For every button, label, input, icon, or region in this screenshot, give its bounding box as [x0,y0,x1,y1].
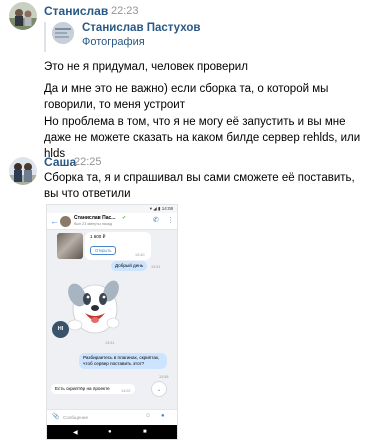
attach-icon: 📎 [52,414,60,420]
phone-outgoing-message: Разбираетесь в плагинах, скриптах, чтоб … [79,353,167,369]
hi-badge-text: HI [57,326,64,332]
message-1: Станислав 22:23 Станислав Пастухов Фотог… [0,0,373,160]
phone-message-text: Разбираетесь в плагинах, скриптах, чтоб … [83,355,160,366]
back-arrow-icon: ← [50,216,59,226]
chevron-down-icon: ⌄ [156,387,162,393]
dog-sticker [67,280,120,334]
forward-author[interactable]: Станислав Пастухов [82,22,200,34]
signal-icon: ▾ ◢ ▮ [149,206,162,211]
message-time: 14:02 [121,389,131,393]
forward-avatar-image [52,22,74,44]
message-text: Это не я придумал, человек проверил [44,61,248,73]
product-card: 1 600 ₽ Открыть 13:40 [85,232,151,260]
phone-contact-name: Станислав Пас... [74,215,116,221]
message-author[interactable]: Саша [44,155,76,169]
microphone-icon: ● [161,413,165,419]
message-time: 13:51 [151,265,161,269]
forwarded-message[interactable]: Станислав Пастухов Фотография [44,22,244,52]
message-text: Сборка та, я и спрашивал вы сами сможете… [44,172,355,200]
forward-attachment-label[interactable]: Фотография [82,36,145,48]
phone-message-text: Добрый день [115,263,144,268]
message-time: 13:58 [159,375,169,379]
nav-back-icon: ◀ [73,430,78,436]
more-icon: ⋮ [167,217,174,224]
phone-outgoing-message: Добрый день [111,261,148,271]
scroll-down-button: ⌄ [151,381,167,397]
product-price: 1 600 ₽ [90,234,106,239]
status-time: 14:08 [161,206,173,211]
message-time: 13:51 [105,341,115,345]
avatar[interactable] [9,2,37,30]
avatar-photo [9,2,37,30]
product-photo [57,233,83,259]
avatar[interactable] [9,157,37,185]
open-button: Открыть [90,246,117,255]
message-time[interactable]: 22:23 [111,5,139,17]
message-text: Да и мне это не важно) если сборка та, о… [44,83,329,111]
verified-icon: ✔ [122,215,127,221]
message-time[interactable]: 22:25 [74,156,102,168]
nav-home-icon: ● [108,429,112,435]
phone-status-bar: ▾ ◢ ▮ 14:08 [47,205,177,213]
phone-chat-header: ← Станислав Пас... был 23 минуты назад ✔… [47,213,177,230]
message-time: 13:40 [135,253,145,257]
avatar-photo [9,157,37,185]
hi-badge: HI [52,321,69,338]
phone-contact-status: был 23 минуты назад [74,222,112,226]
attached-screenshot[interactable]: ▾ ◢ ▮ 14:08 ← Станислав Пас... был 23 ми… [46,204,178,440]
phone-call-icon: ✆ [153,217,159,224]
smile-icon: ☺ [145,413,152,419]
forward-avatar [52,22,74,44]
phone-contact-avatar [60,216,71,227]
nav-recent-icon: ■ [143,429,147,435]
message-author[interactable]: Станислав [44,4,108,18]
phone-message-text: Есть скриптёр на проекте [55,386,110,391]
phone-navigation-bar: ◀ ● ■ [47,425,177,439]
phone-message-input: 📎 Сообщение ☺ ● [47,409,177,425]
phone-input-placeholder: Сообщение [63,415,88,420]
